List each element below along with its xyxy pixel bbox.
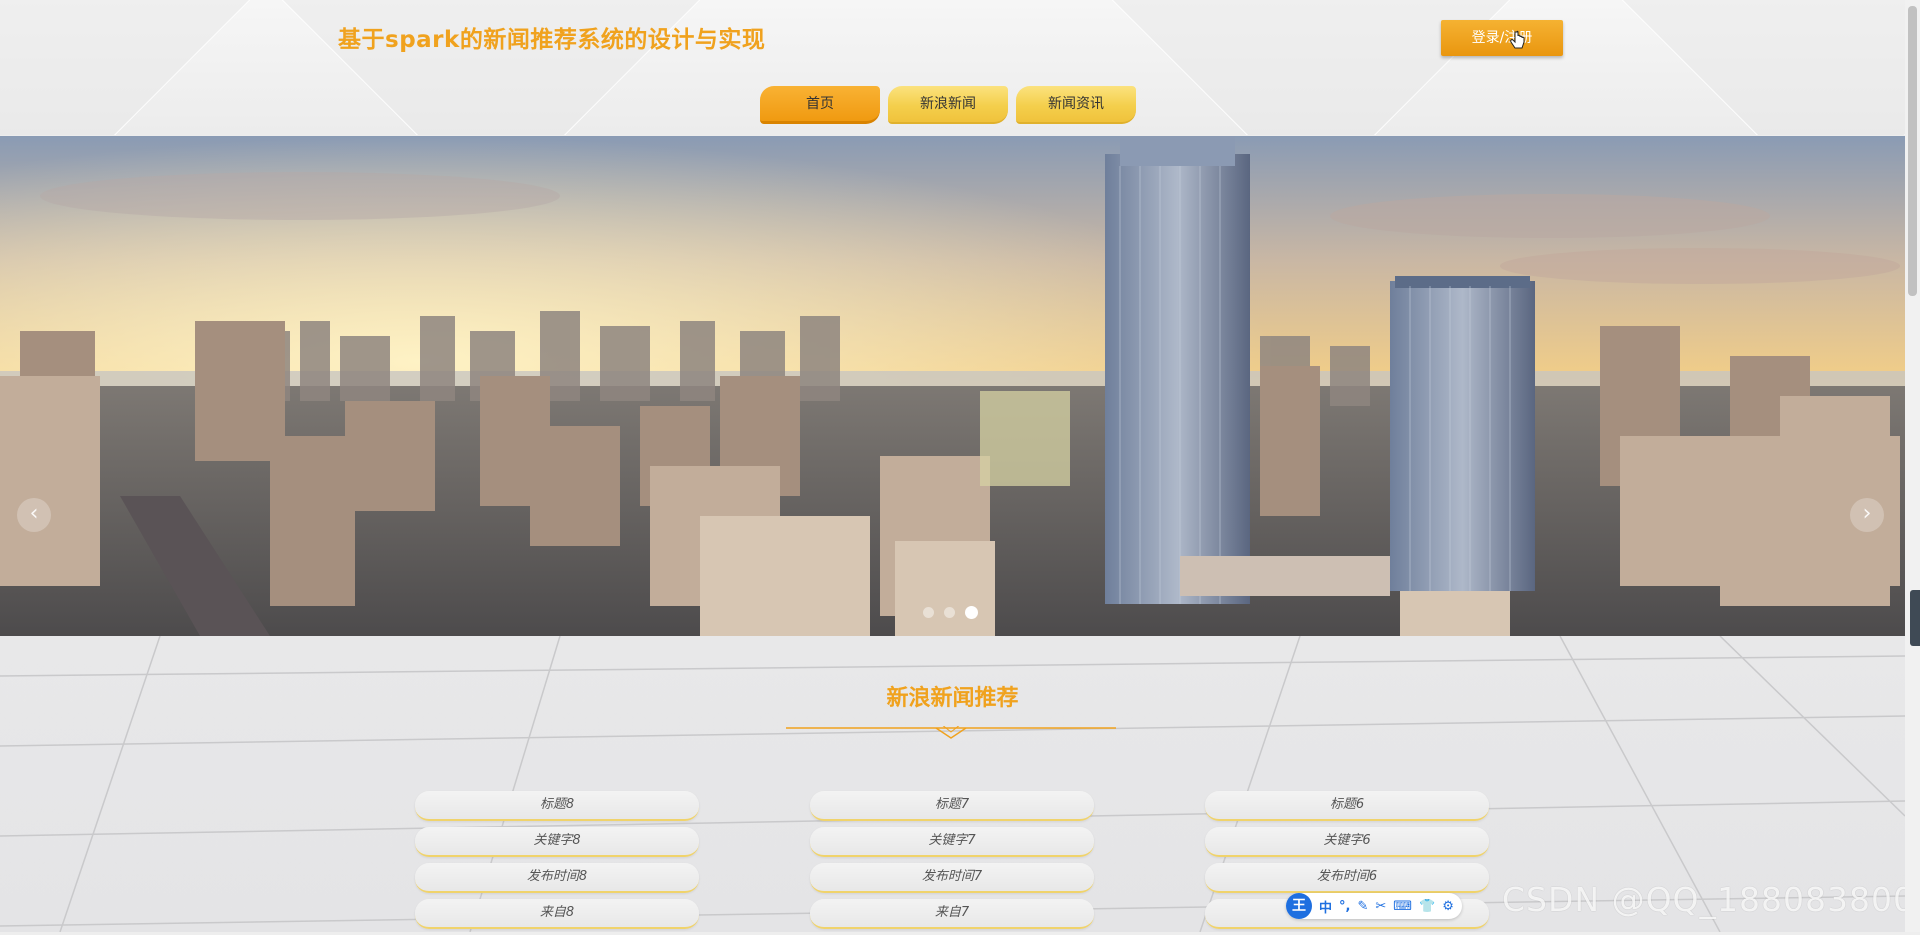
news-source: 来自8 (415, 899, 699, 929)
city-skyline-image (0, 136, 1905, 636)
news-publish-time: 发布时间7 (810, 863, 1094, 893)
news-card[interactable]: 标题7 关键字7 发布时间7 来自7 (810, 791, 1094, 935)
ime-handwriting-icon[interactable]: ✎ (1357, 899, 1368, 914)
section-divider (786, 726, 1116, 739)
hero-carousel: ‹ › (0, 136, 1905, 636)
ime-skin-icon[interactable]: 👕 (1419, 899, 1435, 914)
nav-sina-news[interactable]: 新浪新闻 (888, 86, 1008, 124)
side-tab[interactable] (1910, 590, 1920, 646)
news-title[interactable]: 标题7 (810, 791, 1094, 821)
carousel-next-button[interactable]: › (1850, 498, 1884, 532)
news-keyword: 关键字8 (415, 827, 699, 857)
site-title: 基于spark的新闻推荐系统的设计与实现 (338, 27, 766, 53)
news-card[interactable]: 标题8 关键字8 发布时间8 来自8 (415, 791, 699, 935)
news-publish-time: 发布时间6 (1205, 863, 1489, 893)
news-keyword: 关键字7 (810, 827, 1094, 857)
news-title[interactable]: 标题8 (415, 791, 699, 821)
header-decor (0, 0, 340, 135)
news-source: 来自7 (810, 899, 1094, 929)
page-scrollbar[interactable] (1905, 0, 1920, 932)
site-header: 基于spark的新闻推荐系统的设计与实现 登录/注册 首页 新浪新闻 新闻资讯 (0, 0, 1905, 135)
main-nav: 首页 新浪新闻 新闻资讯 (760, 86, 1136, 124)
carousel-indicators (923, 606, 978, 619)
scrollbar-thumb[interactable] (1908, 6, 1917, 296)
section-title: 新浪新闻推荐 (886, 686, 1019, 711)
login-register-button[interactable]: 登录/注册 (1441, 20, 1563, 56)
ime-scissors-icon[interactable]: ✂ (1375, 899, 1386, 914)
carousel-dot[interactable] (923, 607, 934, 618)
news-keyword: 关键字6 (1205, 827, 1489, 857)
header-decor (1532, 0, 1905, 135)
ime-settings-icon[interactable]: ⚙ (1442, 899, 1454, 914)
ime-toolbar[interactable]: 王 中 °, ✎ ✂ ⌨ 👕 ⚙ (1286, 893, 1462, 919)
news-title[interactable]: 标题6 (1205, 791, 1489, 821)
ime-chinese-mode[interactable]: 中 (1319, 897, 1332, 916)
ime-keyboard-icon[interactable]: ⌨ (1393, 899, 1412, 914)
carousel-dot-active[interactable] (965, 606, 978, 619)
carousel-dot[interactable] (944, 607, 955, 618)
ime-punctuation-icon[interactable]: °, (1339, 899, 1350, 914)
carousel-prev-button[interactable]: ‹ (17, 498, 51, 532)
news-publish-time: 发布时间8 (415, 863, 699, 893)
csdn-watermark: CSDN @QQ_188083800 (1502, 880, 1915, 919)
nav-home[interactable]: 首页 (760, 86, 880, 124)
nav-news-info[interactable]: 新闻资讯 (1016, 86, 1136, 124)
hand-cursor-icon (1510, 30, 1525, 49)
ime-logo-icon[interactable]: 王 (1286, 893, 1312, 919)
